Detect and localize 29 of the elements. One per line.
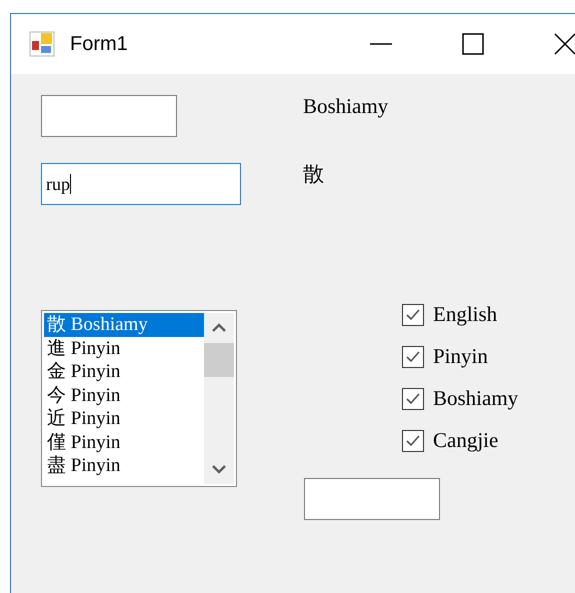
minimize-icon — [370, 43, 392, 45]
checkbox-box[interactable] — [402, 388, 424, 410]
close-icon — [554, 33, 575, 55]
label: 散 — [303, 163, 324, 185]
label: Boshiamy — [303, 95, 388, 117]
checkbox[interactable]: Pinyin — [402, 344, 518, 369]
checkbox-box[interactable] — [402, 346, 424, 368]
text-field[interactable] — [41, 95, 177, 137]
checkbox[interactable]: Boshiamy — [402, 386, 518, 411]
list-item[interactable]: 進 Pinyin — [44, 336, 204, 360]
list-item[interactable]: 散 Boshiamy — [44, 313, 204, 336]
checkbox[interactable]: Cangjie — [402, 428, 518, 453]
app-icon — [29, 31, 55, 57]
list-item[interactable]: 近 Pinyin — [44, 407, 204, 430]
list-item[interactable]: 僅 Pinyin — [44, 430, 204, 454]
window-title: Form1 — [70, 32, 129, 56]
maximize-icon — [462, 33, 484, 55]
list-box[interactable]: 散 Boshiamy 進 Pinyin 金 Pinyin 今 Pinyin 近 Pinyin 僅 Pinyin 盡 Pinyin — [41, 310, 237, 487]
scrollbar-thumb[interactable] — [204, 343, 234, 377]
scroll-up-icon[interactable] — [211, 323, 227, 333]
list-item[interactable]: 金 Pinyin — [44, 360, 204, 384]
list-item[interactable]: 今 Pinyin — [44, 384, 204, 407]
checkbox-box[interactable] — [402, 304, 424, 326]
checkbox-box[interactable] — [402, 430, 424, 452]
text-field[interactable]: rup — [41, 163, 241, 205]
scroll-down-icon[interactable] — [211, 464, 227, 474]
checkbox[interactable]: English — [402, 302, 518, 327]
text-field[interactable] — [304, 478, 440, 520]
list-item[interactable]: 盡 Pinyin — [44, 454, 204, 478]
